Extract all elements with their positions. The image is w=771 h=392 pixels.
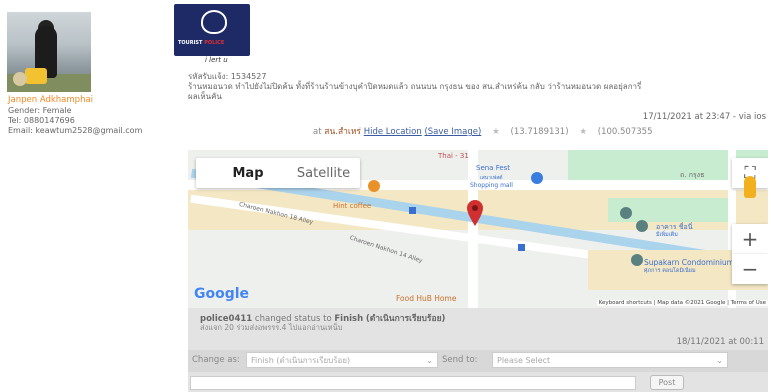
change-status-value: Finish (ดำเนินการเรียบร้อย): [251, 355, 351, 365]
map-label: Charoen Nakhon 14 Alley: [348, 234, 424, 265]
case-description: ร้านหมอนวด ทำไปยังไม่ปิดค้น ทั้งที่ร้านร…: [188, 82, 642, 91]
status-value-thai: (ดำเนินการเรียบร้อย): [365, 314, 446, 324]
map-type-map-button[interactable]: Map: [207, 158, 289, 188]
map-label: Sena Fest: [476, 164, 511, 172]
profile-tel: Tel: 0880147696: [8, 116, 75, 125]
shield-icon: [201, 10, 227, 34]
map-label: ศุภการ คอนโดมิเนียม: [644, 268, 696, 274]
status-time: 18/11/2021 at 00:11: [676, 337, 764, 347]
location-pin-icon[interactable]: [467, 200, 483, 226]
profile-email: Email: keawtum2528@gmail.com: [8, 126, 143, 135]
map-label: Shopping mall: [470, 182, 513, 189]
location-map[interactable]: Thai - 31 Sena Fest เสนาเฟสต์ Shopping m…: [188, 150, 768, 308]
map-label: ถ. กรุงธ: [680, 171, 705, 179]
map-road: [468, 150, 478, 308]
logo-text: TOURIST POLICE: [178, 40, 225, 46]
status-note: ส่งแจก 20 ร่วมส่งอพรรร.4 ไปแอกอ่านเหน็บ: [200, 323, 343, 332]
bus-stop-icon: [518, 244, 525, 251]
profile-photo: [7, 12, 91, 92]
map-label: Hint coffee: [333, 202, 372, 210]
location-prefix: at: [313, 127, 322, 137]
bus-stop-icon: [409, 207, 416, 214]
profile-name: Janpen Adkhamphai: [8, 95, 94, 105]
pin-icon-2: ★: [571, 127, 596, 137]
longitude: (100.507355: [597, 127, 653, 137]
chevron-down-icon: ⌄: [426, 356, 433, 365]
tourist-police-logo: TOURIST POLICE: [174, 4, 250, 56]
map-label: มีเพิ่มเติม: [656, 232, 678, 238]
mall-marker-icon[interactable]: [531, 172, 543, 184]
map-label: Food HuB Home: [396, 294, 457, 303]
send-to-placeholder: Please Select: [497, 355, 551, 365]
case-description-cont: ผลเห็นคัน: [188, 92, 222, 101]
map-label: Thai - 31: [438, 152, 469, 160]
send-to-select[interactable]: Please Select ⌄: [492, 352, 728, 368]
map-attribution[interactable]: Keyboard shortcuts | Map data ©2021 Goog…: [596, 300, 768, 306]
coffee-marker-icon[interactable]: [368, 180, 380, 192]
pegman-icon: [744, 176, 756, 198]
map-type-satellite-button[interactable]: Satellite: [287, 158, 360, 188]
save-image-link[interactable]: (Save Image): [424, 127, 481, 137]
logo-subtitle: i lert u: [205, 56, 228, 64]
condo-marker-icon[interactable]: [631, 254, 643, 266]
street-view-pegman-icon[interactable]: [732, 172, 768, 202]
latitude: (13.7189131): [510, 127, 569, 137]
location-place: สน.สำเหร่: [324, 127, 361, 137]
location-line: at สน.สำเหร่ Hide Location (Save Image) …: [313, 124, 652, 138]
case-datetime: 17/11/2021 at 23:47 - via ios: [642, 112, 766, 122]
profile-gender: Gender: Female: [8, 106, 72, 115]
chevron-down-icon: ⌄: [716, 356, 723, 365]
send-to-label: Send to:: [442, 355, 478, 365]
photo-sticker: [25, 68, 47, 84]
pin-icon: ★: [483, 127, 508, 137]
change-status-select[interactable]: Finish (ดำเนินการเรียบร้อย) ⌄: [246, 352, 438, 368]
zoom-out-button[interactable]: −: [732, 254, 768, 284]
photo-bear: [13, 72, 27, 86]
zoom-in-button[interactable]: +: [732, 224, 768, 254]
place-marker-icon[interactable]: [620, 207, 632, 219]
hide-location-link[interactable]: Hide Location: [364, 127, 422, 137]
map-label: เสนาเฟสต์: [480, 175, 503, 181]
comment-input[interactable]: [190, 376, 636, 390]
change-as-label: Change as:: [192, 355, 240, 365]
post-button[interactable]: Post: [650, 375, 684, 390]
map-label: Supakarn Condominium: [644, 258, 734, 267]
google-logo: Google: [194, 286, 250, 302]
place-marker-icon[interactable]: [636, 220, 648, 232]
map-type-control: Map Satellite: [196, 158, 360, 188]
